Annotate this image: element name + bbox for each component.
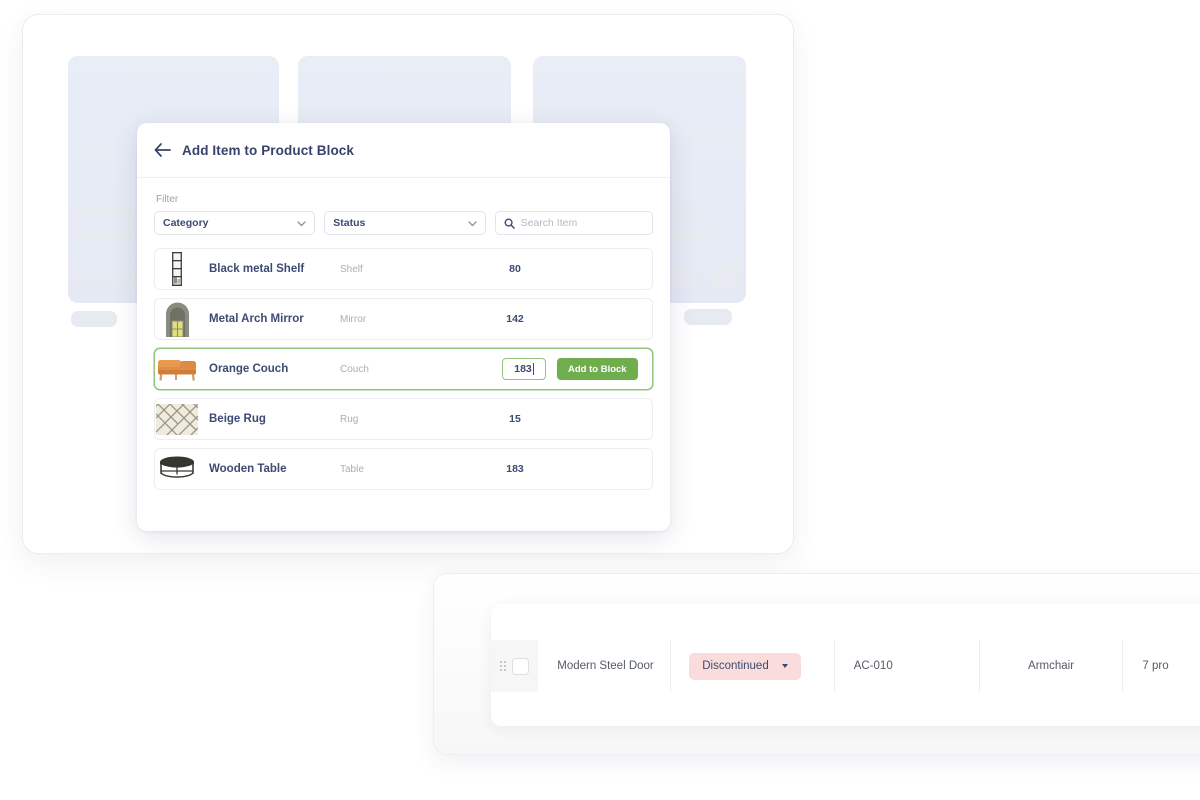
quantity-value: 183 (514, 363, 532, 375)
caret-down-icon (781, 664, 788, 668)
item-name: Metal Arch Mirror (209, 313, 304, 325)
drag-handle-icon[interactable] (500, 661, 507, 671)
mirror-thumbnail (156, 299, 198, 339)
search-placeholder: Search Item (520, 217, 578, 229)
skeleton-bar-right-5 (684, 309, 732, 325)
screenshot-stage: Add Item to Product Block Filter Categor… (0, 0, 1200, 800)
item-quantity: 15 (509, 413, 521, 425)
item-name: Orange Couch (209, 363, 289, 375)
item-list: Black metal Shelf Shelf 80 Metal Arch Mi… (154, 248, 653, 490)
search-input[interactable]: Search Item (494, 211, 653, 235)
sku-cell: AC-010 (835, 640, 980, 692)
category-select[interactable]: Category (154, 211, 316, 235)
item-category: Shelf (340, 263, 363, 275)
item-category: Mirror (340, 313, 367, 325)
list-item[interactable]: Wooden Table Table 183 (154, 448, 653, 490)
filter-row: Category Status Search Item (154, 211, 653, 235)
modal-header: Add Item to Product Block (137, 123, 670, 178)
status-badge[interactable]: Discontinued (689, 652, 801, 680)
search-icon (504, 218, 515, 229)
product-table-panel: Modern Steel Door Discontinued AC-010 Ar… (491, 604, 1200, 726)
list-item[interactable]: Metal Arch Mirror Mirror 142 (154, 298, 653, 340)
bottom-product-card: Modern Steel Door Discontinued AC-010 Ar… (433, 573, 1200, 755)
type-cell: Armchair (980, 640, 1124, 692)
row-select-cell (491, 640, 539, 692)
item-name: Black metal Shelf (209, 263, 305, 275)
item-category: Couch (340, 363, 369, 375)
table-row[interactable]: Modern Steel Door Discontinued AC-010 Ar… (491, 640, 1200, 692)
status-select-value: Status (333, 217, 366, 229)
status-select[interactable]: Status (324, 211, 486, 235)
rug-thumbnail (156, 399, 198, 439)
shelf-thumbnail (156, 249, 198, 289)
chevron-down-icon (297, 214, 306, 232)
chevron-down-icon (467, 214, 477, 232)
skeleton-bar-right-4 (709, 263, 739, 290)
row-checkbox[interactable] (512, 657, 530, 675)
product-name-cell: Modern Steel Door (538, 640, 672, 692)
add-item-modal: Add Item to Product Block Filter Categor… (137, 123, 670, 531)
item-quantity: 80 (509, 263, 521, 275)
text-cursor (532, 363, 534, 375)
page-title: Add Item to Product Block (182, 142, 355, 158)
status-badge-label: Discontinued (702, 660, 769, 672)
category-select-value: Category (163, 217, 209, 229)
products-count-cell: 7 pro (1123, 640, 1200, 692)
quantity-input[interactable]: 183 (502, 358, 546, 380)
modal-body: Filter Category Status Search Item Black… (137, 178, 670, 490)
item-quantity: 142 (506, 313, 524, 325)
item-name: Wooden Table (209, 463, 287, 475)
item-name: Beige Rug (209, 413, 266, 425)
add-to-block-button[interactable]: Add to Block (557, 358, 638, 380)
item-category: Rug (340, 413, 359, 425)
list-item-selected[interactable]: Orange Couch Couch 183 Add to Block (154, 348, 653, 390)
status-cell: Discontinued (671, 640, 835, 692)
list-item[interactable]: Black metal Shelf Shelf 80 (154, 248, 653, 290)
arrow-left-icon[interactable] (151, 139, 173, 161)
item-quantity: 183 (506, 463, 524, 475)
skeleton-bar-left-4 (71, 311, 117, 327)
table-thumbnail (156, 449, 198, 489)
item-category: Table (340, 463, 364, 475)
list-item[interactable]: Beige Rug Rug 15 (154, 398, 653, 440)
couch-thumbnail (156, 349, 198, 389)
filter-label: Filter (156, 194, 179, 205)
